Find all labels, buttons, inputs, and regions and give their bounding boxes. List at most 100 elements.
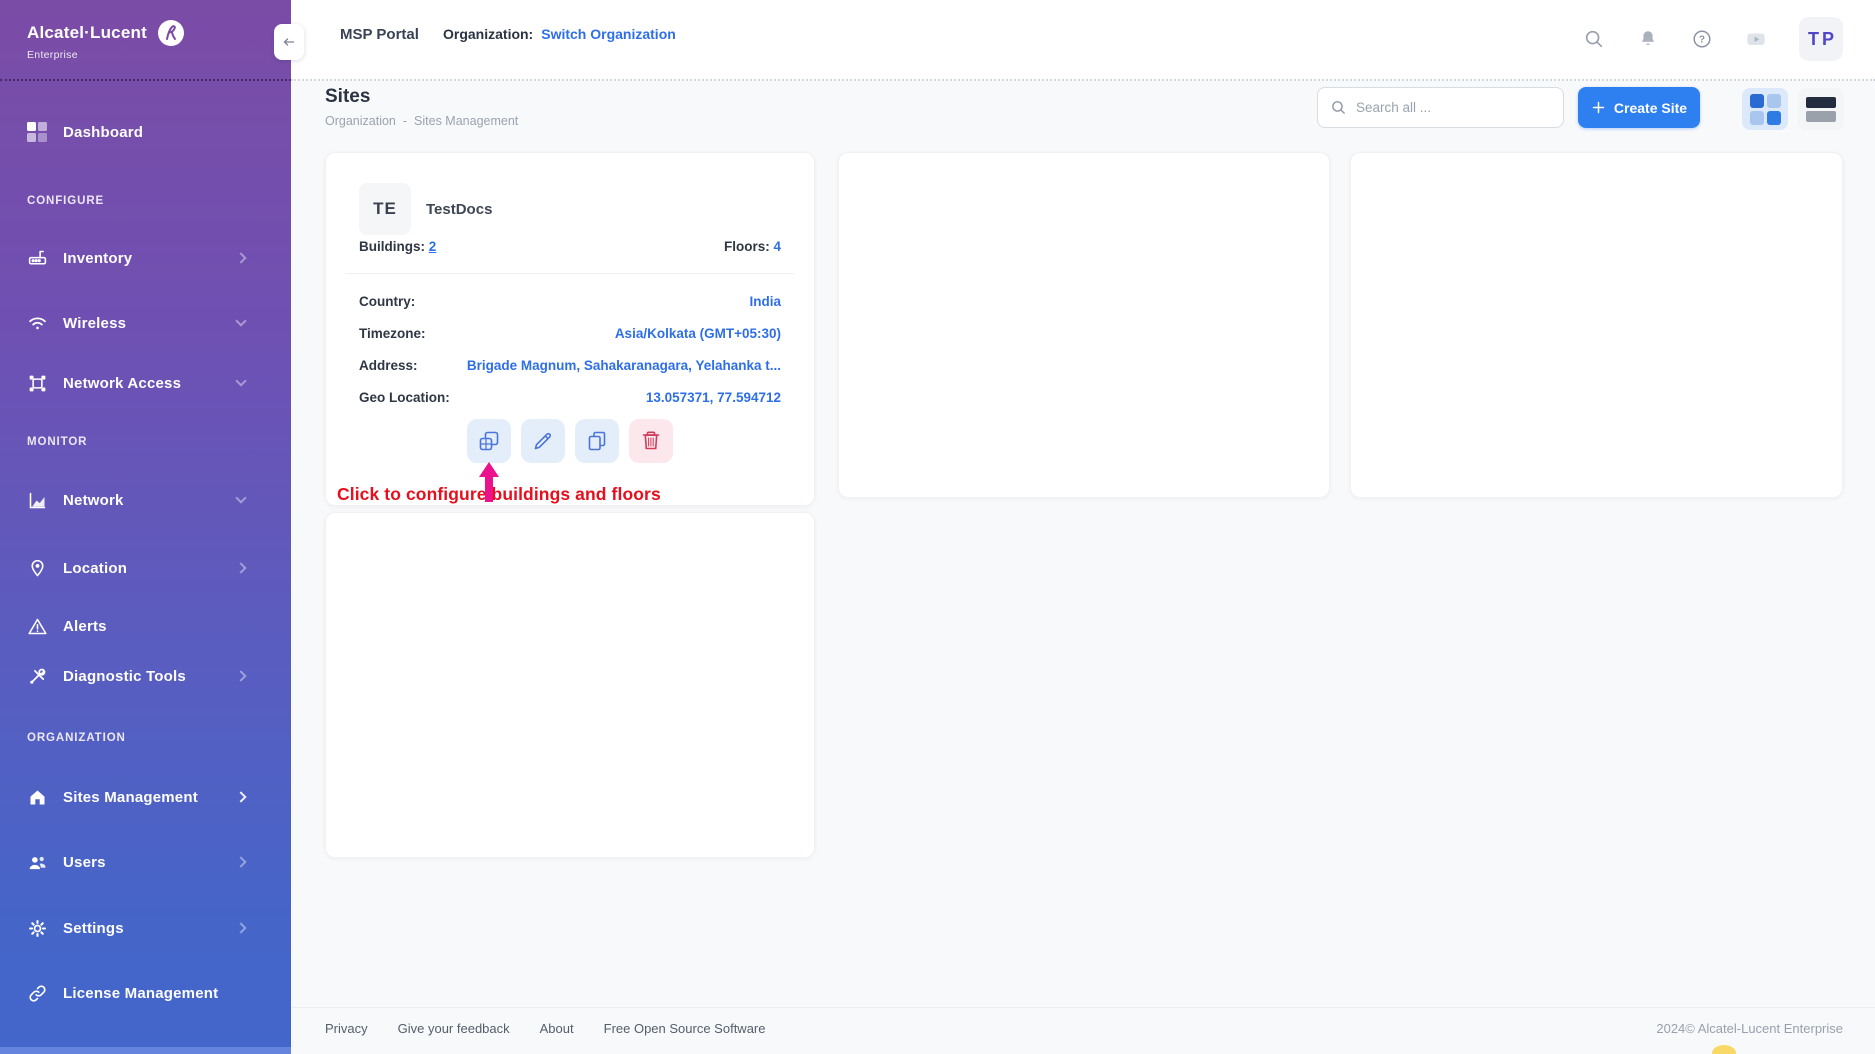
search-all-input[interactable] xyxy=(1356,100,1551,115)
brand-logo: Alcatel·Lucent Enterprise xyxy=(0,0,291,81)
search-icon[interactable] xyxy=(1583,28,1605,50)
sidebar-section-monitor: MONITOR xyxy=(27,436,87,452)
timezone-value[interactable]: Asia/Kolkata (GMT+05:30) xyxy=(615,326,781,341)
sidebar-item-network-access[interactable]: Network Access xyxy=(27,368,275,398)
sidebar-item-label: Sites Management xyxy=(63,789,198,806)
bell-icon[interactable] xyxy=(1637,28,1659,50)
timezone-row: Timezone: Asia/Kolkata (GMT+05:30) xyxy=(359,317,781,349)
annotation-arrow-up-icon xyxy=(478,462,500,502)
footer-link-about[interactable]: About xyxy=(540,1021,574,1036)
address-value[interactable]: Brigade Magnum, Sahakaranagara, Yelahank… xyxy=(467,358,781,373)
chevron-down-icon xyxy=(235,315,246,326)
footer: Privacy Give your feedback About Free Op… xyxy=(291,1007,1875,1054)
brand-sub: Enterprise xyxy=(27,49,291,61)
organization-label: Organization: xyxy=(443,26,533,42)
video-icon[interactable] xyxy=(1745,28,1767,50)
sidebar-item-dashboard[interactable]: Dashboard xyxy=(27,117,275,147)
chevron-right-icon xyxy=(235,791,246,802)
buildings-count-link[interactable]: 2 xyxy=(429,239,437,254)
configure-buildings-floors-button[interactable] xyxy=(467,419,511,463)
link-icon xyxy=(27,983,48,1004)
country-value[interactable]: India xyxy=(749,294,781,309)
geo-location-value[interactable]: 13.057371, 77.594712 xyxy=(646,390,781,405)
sidebar-item-users[interactable]: Users xyxy=(27,847,275,877)
msp-portal-app: Alcatel·Lucent Enterprise Dashboard CONF… xyxy=(0,0,1875,1054)
top-header: MSP Portal Organization: Switch Organiza… xyxy=(291,0,1875,81)
sidebar-item-label: Settings xyxy=(63,920,124,937)
footer-link-feedback[interactable]: Give your feedback xyxy=(398,1021,510,1036)
search-icon xyxy=(1330,99,1347,116)
sidebar-item-label: Alerts xyxy=(63,618,107,635)
breadcrumb-sites-management[interactable]: Sites Management xyxy=(414,114,518,128)
buildings-floors-row: Buildings: 2 Floors: 4 xyxy=(359,239,781,254)
users-icon xyxy=(27,852,48,873)
sidebar-item-settings[interactable]: Settings xyxy=(27,913,275,943)
breadcrumb: Organization - Sites Management xyxy=(325,114,518,128)
ale-circle-logo-icon xyxy=(156,18,186,48)
sidebar-collapse-button[interactable] xyxy=(274,24,304,60)
copy-icon xyxy=(585,429,609,453)
home-icon xyxy=(27,787,48,808)
sidebar-item-sites-management[interactable]: Sites Management xyxy=(27,782,275,812)
switch-organization-link[interactable]: Switch Organization xyxy=(541,26,676,42)
grid-view-toggle[interactable] xyxy=(1742,88,1788,130)
sidebar-item-wireless[interactable]: Wireless xyxy=(27,308,275,338)
sidebar-item-alerts[interactable]: Alerts xyxy=(27,611,275,641)
sidebar-item-label: Network xyxy=(63,492,124,509)
tools-icon xyxy=(27,666,48,687)
list-view-toggle[interactable] xyxy=(1798,88,1844,130)
arrow-left-icon xyxy=(280,33,298,51)
site-name: TestDocs xyxy=(426,201,492,218)
chat-widget-peek[interactable] xyxy=(1712,1045,1736,1054)
sidebar-section-organization: ORGANIZATION xyxy=(27,732,126,748)
site-card-placeholder xyxy=(1350,152,1843,498)
sidebar-item-label: Network Access xyxy=(63,375,181,392)
delete-site-button[interactable] xyxy=(629,419,673,463)
portal-title: MSP Portal xyxy=(340,26,419,43)
footer-link-privacy[interactable]: Privacy xyxy=(325,1021,368,1036)
chevron-right-icon xyxy=(235,856,246,867)
sidebar-item-diagnostic-tools[interactable]: Diagnostic Tools xyxy=(27,661,275,691)
sidebar-item-label: License Management xyxy=(63,985,218,1002)
sidebar-item-network[interactable]: Network xyxy=(27,485,275,515)
sidebar-item-inventory[interactable]: Inventory xyxy=(27,243,275,273)
footer-link-foss[interactable]: Free Open Source Software xyxy=(604,1021,766,1036)
geo-location-row: Geo Location: 13.057371, 77.594712 xyxy=(359,381,781,413)
address-label: Address: xyxy=(359,358,418,373)
sidebar-item-location[interactable]: Location xyxy=(27,553,275,583)
sidebar-item-license-management[interactable]: License Management xyxy=(27,978,275,1008)
user-avatar[interactable]: TP xyxy=(1799,17,1843,61)
inventory-icon xyxy=(27,248,48,269)
sidebar-item-label: Dashboard xyxy=(63,124,143,141)
trash-icon xyxy=(639,429,663,453)
svg-text:?: ? xyxy=(1699,35,1705,46)
edit-site-button[interactable] xyxy=(521,419,565,463)
site-avatar: TE xyxy=(359,183,411,235)
network-chart-icon xyxy=(27,490,48,511)
site-details: Country: India Timezone: Asia/Kolkata (G… xyxy=(359,285,781,413)
alert-triangle-icon xyxy=(27,616,48,637)
address-row: Address: Brigade Magnum, Sahakaranagara,… xyxy=(359,349,781,381)
floors-count-link[interactable]: 4 xyxy=(773,239,781,254)
geo-location-label: Geo Location: xyxy=(359,390,450,405)
floors-label: Floors: xyxy=(724,239,770,254)
chevron-down-icon xyxy=(235,375,246,386)
sidebar-item-label: Users xyxy=(63,854,106,871)
edit-pencil-icon xyxy=(531,429,555,453)
sidebar-item-label: Diagnostic Tools xyxy=(63,668,186,685)
create-site-label: Create Site xyxy=(1614,100,1687,116)
page-title: Sites xyxy=(325,86,370,108)
sidebar-item-label: Inventory xyxy=(63,250,132,267)
network-access-icon xyxy=(27,373,48,394)
breadcrumb-organization[interactable]: Organization xyxy=(325,114,396,128)
buildings-label: Buildings: xyxy=(359,239,425,254)
footer-copyright: 2024© Alcatel-Lucent Enterprise xyxy=(1656,1021,1843,1036)
list-view-icon xyxy=(1806,97,1836,108)
site-card-placeholder xyxy=(325,512,815,858)
location-pin-icon xyxy=(27,558,48,579)
sidebar-bottom-strip xyxy=(0,1047,291,1054)
brand-name: Alcatel·Lucent xyxy=(27,23,147,43)
copy-site-button[interactable] xyxy=(575,419,619,463)
help-icon[interactable]: ? xyxy=(1691,28,1713,50)
create-site-button[interactable]: Create Site xyxy=(1578,87,1700,128)
